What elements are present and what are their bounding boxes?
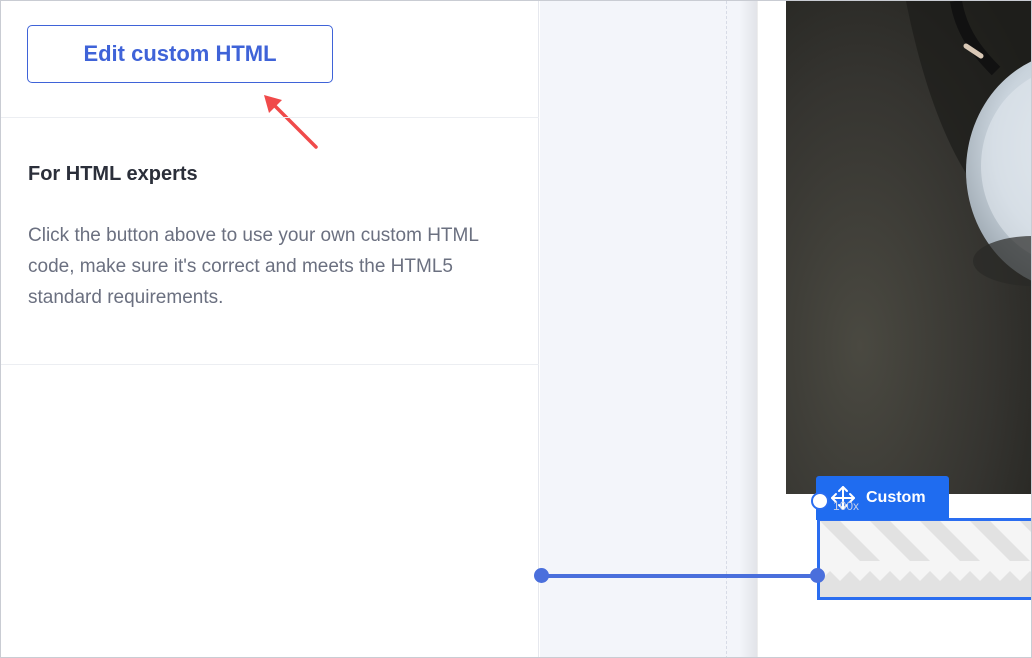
content-image[interactable]: [786, 1, 1031, 494]
placeholder-pattern: [820, 521, 1031, 597]
connector-line: [541, 574, 820, 578]
section-divider: [1, 117, 539, 118]
resize-handle[interactable]: [811, 492, 829, 510]
app-frame: Edit custom HTML For HTML experts Click …: [0, 0, 1032, 658]
section-title: For HTML experts: [28, 163, 198, 185]
section-divider: [1, 364, 539, 365]
edit-custom-html-button[interactable]: Edit custom HTML: [27, 25, 333, 83]
settings-panel: Edit custom HTML For HTML experts Click …: [1, 1, 539, 657]
page-shadow: [739, 1, 759, 657]
guide-line: [726, 1, 727, 657]
connector-dot-left[interactable]: [534, 568, 549, 583]
block-tag-custom[interactable]: Custom: [816, 476, 949, 520]
connector-dot-right[interactable]: [810, 568, 825, 583]
custom-html-block[interactable]: [817, 518, 1031, 600]
section-description: Click the button above to use your own c…: [28, 225, 479, 308]
block-tag-label: Custom: [866, 489, 926, 506]
photo-illustration: [786, 1, 1031, 494]
block-size-label: 100x: [833, 499, 860, 513]
annotation-arrow-icon: [264, 95, 318, 149]
editor-canvas: [540, 1, 757, 657]
